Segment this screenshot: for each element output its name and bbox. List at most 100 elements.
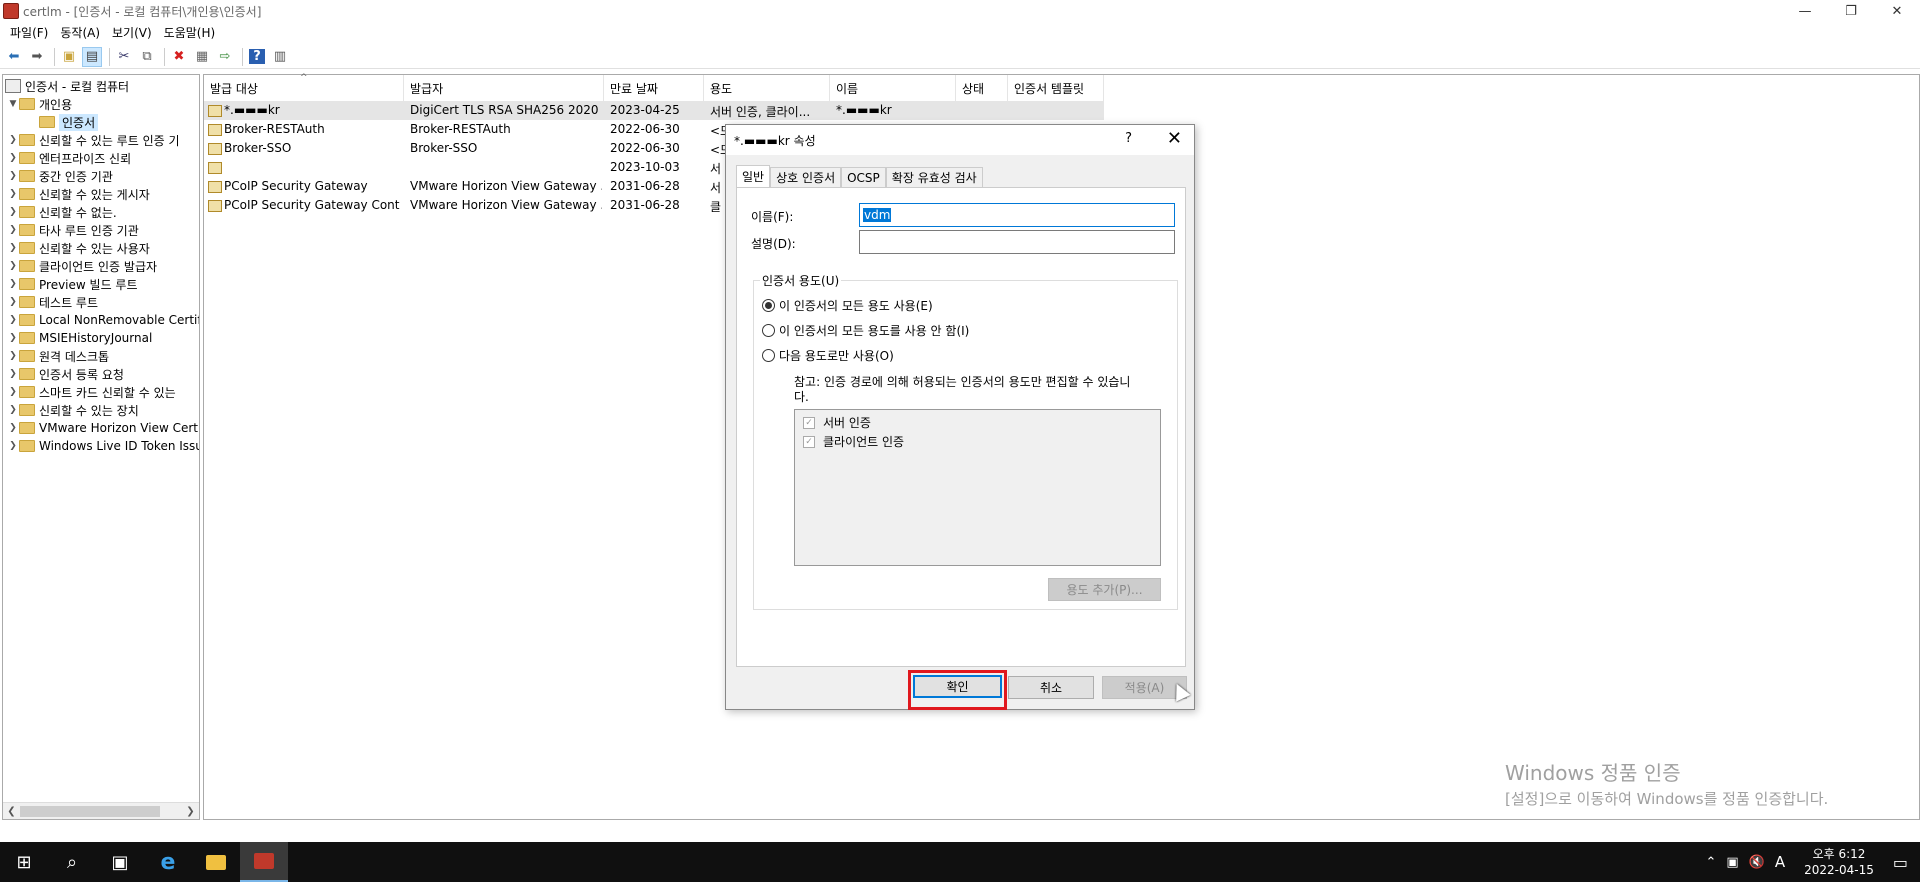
tree-item[interactable]: ❯ 신뢰할 수 있는 사용자 (7, 239, 150, 257)
tab-extended-validation[interactable]: 확장 유효성 검사 (885, 167, 983, 187)
properties-icon[interactable]: ▦ (192, 47, 212, 67)
expanded-arrow-icon[interactable]: ▼ (7, 99, 19, 109)
collapsed-arrow-icon[interactable]: ❯ (7, 315, 19, 325)
collapsed-arrow-icon[interactable]: ❯ (7, 369, 19, 379)
show-hidden-icons-icon[interactable]: ⌃ (1705, 855, 1716, 870)
cut-icon[interactable]: ✂ (114, 47, 134, 67)
dialog-help-button[interactable]: ? (1125, 131, 1132, 146)
collapsed-arrow-icon[interactable]: ❯ (7, 405, 19, 415)
internet-explorer-icon[interactable]: e (144, 842, 192, 882)
folder-icon (39, 116, 55, 128)
column-header-issued-by[interactable]: 발급자 (404, 75, 604, 101)
collapsed-arrow-icon[interactable]: ❯ (7, 207, 19, 217)
tree-item[interactable]: ❯ 스마트 카드 신뢰할 수 있는 (7, 383, 175, 401)
start-windows-icon[interactable]: ⊞ (0, 842, 48, 882)
collapsed-arrow-icon[interactable]: ❯ (7, 243, 19, 253)
column-header-template[interactable]: 인증서 템플릿 (1008, 75, 1104, 101)
cell-text: VMware Horizon View Gateway ... (410, 198, 602, 212)
tab-cross-certificates[interactable]: 상호 인증서 (770, 167, 842, 187)
tree-item[interactable]: ❯ VMware Horizon View Certif (7, 419, 199, 437)
dialog-close-button[interactable]: ✕ (1167, 128, 1182, 149)
tree-root[interactable]: 인증서 - 로컬 컴퓨터 (5, 77, 129, 95)
back-icon[interactable]: ⬅ (4, 47, 24, 67)
tree-item[interactable]: ❯ 신뢰할 수 있는 루트 인증 기 (7, 131, 179, 149)
menu-file[interactable]: 파일(F) (4, 24, 54, 41)
collapsed-arrow-icon[interactable]: ❯ (7, 333, 19, 343)
clock[interactable]: 오후 6:12 2022-04-15 (1804, 846, 1874, 878)
tree-item[interactable]: ❯ Preview 빌드 루트 (7, 275, 137, 293)
tree-item[interactable]: ❯ 클라이언트 인증 발급자 (7, 257, 157, 275)
close-window-button[interactable]: ✕ (1874, 0, 1920, 22)
tab-ocsp[interactable]: OCSP (841, 167, 886, 187)
column-header-expiration[interactable]: 만료 날짜 (604, 75, 704, 101)
tree-item[interactable]: ❯ 신뢰할 수 없는. (7, 203, 116, 221)
collapsed-arrow-icon[interactable]: ❯ (7, 423, 19, 433)
show-hide-tree-icon[interactable]: ▤ (82, 46, 102, 67)
description-input[interactable] (859, 230, 1175, 254)
ime-indicator[interactable]: A (1775, 853, 1785, 871)
collapsed-arrow-icon[interactable]: ❯ (7, 225, 19, 235)
column-header-status[interactable]: 상태 (956, 75, 1008, 101)
up-folder-icon[interactable]: ▣ (59, 47, 79, 67)
collapsed-arrow-icon[interactable]: ❯ (7, 153, 19, 163)
cancel-button[interactable]: 취소 (1008, 676, 1094, 699)
menu-view[interactable]: 보기(V) (106, 24, 158, 41)
file-explorer-icon[interactable] (192, 842, 240, 882)
tree-item[interactable]: ❯ 인증서 등록 요청 (7, 365, 124, 383)
collapsed-arrow-icon[interactable]: ❯ (7, 297, 19, 307)
network-icon[interactable]: ▣ (1726, 855, 1738, 870)
radio-enable-only-following[interactable]: 다음 용도로만 사용(O) (762, 347, 894, 364)
tree-item[interactable]: ❯ Windows Live ID Token Issue (7, 437, 199, 455)
certificate-row[interactable]: *.▬▬▬kr DigiCert TLS RSA SHA256 2020 ... 2… (204, 101, 1104, 120)
delete-icon[interactable]: ✖ (169, 47, 189, 67)
notification-center-icon[interactable]: ▭ (1893, 853, 1908, 872)
collapsed-arrow-icon[interactable]: ❯ (7, 189, 19, 199)
scrollbar-thumb[interactable] (20, 806, 160, 817)
task-view-icon[interactable]: ▣ (96, 842, 144, 882)
forward-icon[interactable]: ➡ (27, 47, 47, 67)
tab-general[interactable]: 일반 (736, 165, 771, 187)
collapsed-arrow-icon[interactable]: ❯ (7, 171, 19, 181)
tree-item-certificates[interactable]: 인증서 (39, 113, 99, 131)
menu-action[interactable]: 동작(A) (54, 24, 106, 41)
tree-item[interactable]: ❯ 타사 루트 인증 기관 (7, 221, 139, 239)
certlm-taskbar-icon[interactable] (240, 842, 288, 882)
tree-item[interactable]: ❯ MSIEHistoryJournal (7, 329, 152, 347)
tree-item[interactable]: ❯ 원격 데스크톱 (7, 347, 109, 365)
copy-icon[interactable]: ⧉ (137, 47, 157, 67)
cell-text: 2022-06-30 (610, 141, 680, 155)
scroll-left-icon[interactable]: ❮ (3, 803, 20, 819)
friendly-name-input[interactable]: vdm (859, 203, 1175, 227)
menu-help[interactable]: 도움말(H) (158, 24, 222, 41)
help-icon[interactable]: ? (247, 47, 267, 67)
column-header-issued-to[interactable]: 발급 대상 ^ (204, 73, 404, 101)
collapsed-arrow-icon[interactable]: ❯ (7, 387, 19, 397)
collapsed-arrow-icon[interactable]: ❯ (7, 135, 19, 145)
console-icon[interactable]: ▥ (270, 47, 290, 67)
scroll-right-icon[interactable]: ❯ (182, 803, 199, 819)
column-header-purposes[interactable]: 용도 (704, 75, 830, 101)
radio-enable-all-purposes[interactable]: 이 인증서의 모든 용도 사용(E) (762, 297, 933, 314)
collapsed-arrow-icon[interactable]: ❯ (7, 441, 19, 451)
tree-item-label: 타사 루트 인증 기관 (39, 223, 139, 238)
row-cell: Broker-RESTAuth (208, 122, 400, 136)
export-icon[interactable]: ⇨ (215, 47, 235, 67)
tree-horizontal-scrollbar[interactable]: ❮ ❯ (3, 802, 199, 819)
restore-button[interactable]: ❐ (1828, 0, 1874, 22)
tree-item[interactable]: ❯ 테스트 루트 (7, 293, 98, 311)
tree-item[interactable]: ❯ 신뢰할 수 있는 장치 (7, 401, 139, 419)
tree-item[interactable]: ❯ Local NonRemovable Certific (7, 311, 199, 329)
tree-item-personal[interactable]: ▼ 개인용 (7, 95, 73, 113)
minimize-button[interactable]: — (1782, 0, 1828, 22)
column-header-friendly-name[interactable]: 이름 (830, 75, 956, 101)
radio-disable-all-purposes[interactable]: 이 인증서의 모든 용도를 사용 안 함(I) (762, 322, 969, 339)
tree-item[interactable]: ❯ 신뢰할 수 있는 게시자 (7, 185, 150, 203)
collapsed-arrow-icon[interactable]: ❯ (7, 351, 19, 361)
tree-item[interactable]: ❯ 중간 인증 기관 (7, 167, 113, 185)
volume-muted-icon[interactable]: 🔇 (1749, 855, 1765, 870)
search-icon[interactable]: ⌕ (48, 842, 96, 882)
collapsed-arrow-icon[interactable]: ❯ (7, 261, 19, 271)
tree-item[interactable]: ❯ 엔터프라이즈 신뢰 (7, 149, 131, 167)
row-cell: 2022-06-30 (610, 122, 702, 136)
collapsed-arrow-icon[interactable]: ❯ (7, 279, 19, 289)
